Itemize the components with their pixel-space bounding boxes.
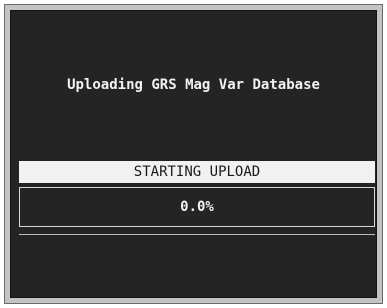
upload-dialog-frame: Uploading GRS Mag Var Database STARTING …	[4, 4, 383, 304]
divider-line	[19, 234, 375, 235]
upload-progress-box: 0.0%	[19, 187, 375, 227]
upload-status-bar: STARTING UPLOAD	[19, 161, 375, 183]
upload-message: Uploading GRS Mag Var Database	[67, 77, 320, 93]
upload-dialog-panel: Uploading GRS Mag Var Database STARTING …	[10, 10, 377, 298]
upload-progress-text: 0.0%	[180, 199, 214, 215]
